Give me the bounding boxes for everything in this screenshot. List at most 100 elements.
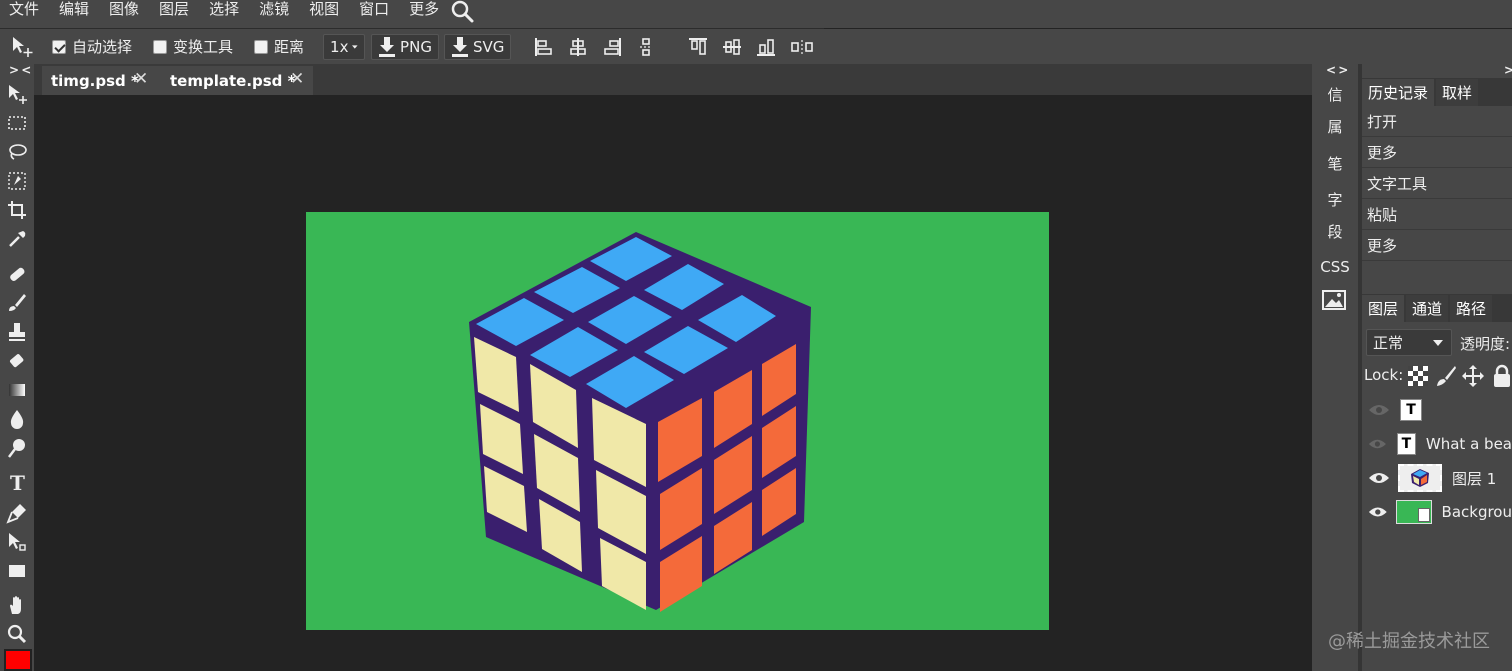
background-layer-thumb bbox=[1395, 500, 1432, 524]
align-bottom-icon[interactable] bbox=[756, 37, 776, 57]
layer-name: 图层 1 bbox=[1452, 469, 1497, 488]
layer-row[interactable]: T bbox=[1362, 393, 1512, 427]
opacity-label: 透明度: bbox=[1460, 335, 1511, 353]
layer-row[interactable]: Backgrou bbox=[1362, 495, 1512, 529]
healing-brush-tool-icon[interactable] bbox=[5, 262, 29, 286]
menu-layer[interactable]: 图层 bbox=[149, 0, 199, 28]
menu-edit[interactable]: 编辑 bbox=[49, 0, 99, 28]
auto-select-option[interactable]: 自动选择 bbox=[52, 36, 132, 57]
options-bar: 自动选择 变换工具 距离 1x PNG SVG bbox=[0, 29, 1512, 64]
layer-row[interactable]: 图层 1 bbox=[1362, 461, 1512, 495]
panel-collapse-toggle[interactable]: < > bbox=[1326, 63, 1348, 77]
menu-more[interactable]: 更多 bbox=[399, 0, 449, 28]
history-item[interactable]: 更多 bbox=[1362, 138, 1512, 168]
menu-view[interactable]: 视图 bbox=[299, 0, 349, 28]
menu-image[interactable]: 图像 bbox=[99, 0, 149, 28]
search-icon[interactable] bbox=[449, 0, 477, 28]
distance-checkbox[interactable] bbox=[254, 39, 269, 54]
visibility-icon[interactable] bbox=[1368, 471, 1390, 485]
history-item[interactable]: 粘贴 bbox=[1362, 200, 1512, 230]
transform-tools-option[interactable]: 变换工具 bbox=[153, 36, 233, 57]
lock-position-icon[interactable] bbox=[1461, 364, 1485, 392]
transform-tools-label: 变换工具 bbox=[173, 38, 234, 56]
move-tool-icon[interactable] bbox=[10, 34, 36, 60]
character-panel-button[interactable]: 字 bbox=[1312, 189, 1358, 210]
panel-icon-column: < > 信 属 笔 字 段 CSS bbox=[1312, 63, 1358, 671]
layer-row[interactable]: T What a bea bbox=[1362, 427, 1512, 461]
align-top-icon[interactable] bbox=[688, 37, 708, 57]
align-right-icon[interactable] bbox=[602, 37, 622, 57]
image-layer-thumb bbox=[1398, 464, 1442, 492]
move-tool-icon[interactable] bbox=[5, 82, 29, 106]
right-panels: > 历史记录 取样 打开 更多 文字工具 粘贴 更多 图层 通道 路径 正常 透… bbox=[1358, 63, 1512, 671]
info-panel-button[interactable]: 信 bbox=[1312, 84, 1358, 105]
image-icon[interactable] bbox=[1321, 289, 1347, 311]
stamp-tool-icon[interactable] bbox=[5, 320, 29, 344]
transform-tools-checkbox[interactable] bbox=[153, 39, 168, 54]
paragraph-panel-button[interactable]: 段 bbox=[1312, 221, 1358, 242]
distribute-v-icon[interactable] bbox=[636, 37, 656, 57]
blend-mode-value: 正常 bbox=[1373, 334, 1404, 352]
pen-tool-icon[interactable] bbox=[5, 501, 29, 525]
dodge-tool-icon[interactable] bbox=[5, 436, 29, 460]
blur-tool-icon[interactable] bbox=[5, 407, 29, 431]
tab-channels[interactable]: 通道 bbox=[1406, 295, 1449, 322]
lock-transparency-icon[interactable] bbox=[1407, 365, 1429, 391]
hand-tool-icon[interactable] bbox=[5, 593, 29, 617]
close-icon[interactable]: ✕ bbox=[290, 69, 304, 89]
align-left-icon[interactable] bbox=[534, 37, 554, 57]
properties-panel-button[interactable]: 属 bbox=[1312, 116, 1358, 137]
history-item[interactable]: 打开 bbox=[1362, 107, 1512, 137]
auto-select-checkbox[interactable] bbox=[52, 39, 66, 54]
visibility-icon[interactable] bbox=[1368, 505, 1388, 519]
distance-option[interactable]: 距离 bbox=[254, 36, 304, 57]
eraser-tool-icon[interactable] bbox=[5, 349, 29, 373]
tab-sampling[interactable]: 取样 bbox=[1436, 79, 1479, 106]
auto-select-label: 自动选择 bbox=[72, 38, 133, 56]
lock-pixels-icon[interactable] bbox=[1435, 365, 1457, 391]
path-select-tool-icon[interactable] bbox=[5, 530, 29, 554]
tab-paths[interactable]: 路径 bbox=[1450, 295, 1493, 322]
tab-layers[interactable]: 图层 bbox=[1362, 295, 1405, 322]
layer-name: Backgrou bbox=[1441, 503, 1512, 521]
visibility-icon[interactable] bbox=[1368, 403, 1390, 417]
toolbox-collapse-toggle[interactable]: > < bbox=[9, 63, 31, 77]
menu-select[interactable]: 选择 bbox=[199, 0, 249, 28]
download-icon bbox=[379, 36, 396, 57]
tab-history[interactable]: 历史记录 bbox=[1362, 79, 1435, 106]
lock-all-icon[interactable] bbox=[1492, 364, 1512, 392]
text-layer-thumb: T bbox=[1396, 433, 1416, 455]
lasso-tool-icon[interactable] bbox=[5, 140, 29, 164]
eyedropper-tool-icon[interactable] bbox=[5, 227, 29, 251]
tab-template-label: template.psd * bbox=[170, 71, 296, 90]
history-item[interactable]: 文字工具 bbox=[1362, 169, 1512, 199]
export-png-button[interactable]: PNG bbox=[371, 33, 439, 60]
document-tabs: timg.psd * ✕ template.psd * ✕ bbox=[34, 64, 1312, 95]
history-item[interactable]: 更多 bbox=[1362, 231, 1512, 261]
quick-select-tool-icon[interactable] bbox=[5, 169, 29, 193]
chevron-down-icon bbox=[352, 44, 359, 49]
zoom-tool-icon[interactable] bbox=[5, 622, 29, 646]
foreground-color-swatch[interactable] bbox=[4, 649, 32, 671]
brush-tool-icon[interactable] bbox=[5, 291, 29, 315]
crop-tool-icon[interactable] bbox=[5, 198, 29, 222]
document-canvas[interactable] bbox=[306, 212, 1049, 630]
marquee-tool-icon[interactable] bbox=[5, 111, 29, 135]
visibility-icon[interactable] bbox=[1368, 437, 1387, 451]
align-middle-v-icon[interactable] bbox=[722, 37, 742, 57]
menu-filter[interactable]: 滤镜 bbox=[249, 0, 299, 28]
export-svg-button[interactable]: SVG bbox=[443, 33, 512, 60]
panel-close-toggle[interactable]: > bbox=[1504, 63, 1512, 77]
brush-panel-button[interactable]: 笔 bbox=[1312, 153, 1358, 174]
gradient-tool-icon[interactable] bbox=[5, 378, 29, 402]
menu-window[interactable]: 窗口 bbox=[349, 0, 399, 28]
menu-file[interactable]: 文件 bbox=[0, 0, 49, 28]
zoom-select[interactable]: 1x bbox=[323, 33, 366, 60]
css-panel-button[interactable]: CSS bbox=[1312, 258, 1358, 276]
align-center-h-icon[interactable] bbox=[568, 37, 588, 57]
rectangle-tool-icon[interactable] bbox=[5, 559, 29, 583]
blend-mode-select[interactable]: 正常 bbox=[1366, 329, 1452, 356]
text-tool-icon[interactable]: T bbox=[5, 470, 29, 494]
close-icon[interactable]: ✕ bbox=[134, 69, 148, 89]
distribute-h-icon[interactable] bbox=[790, 37, 814, 57]
